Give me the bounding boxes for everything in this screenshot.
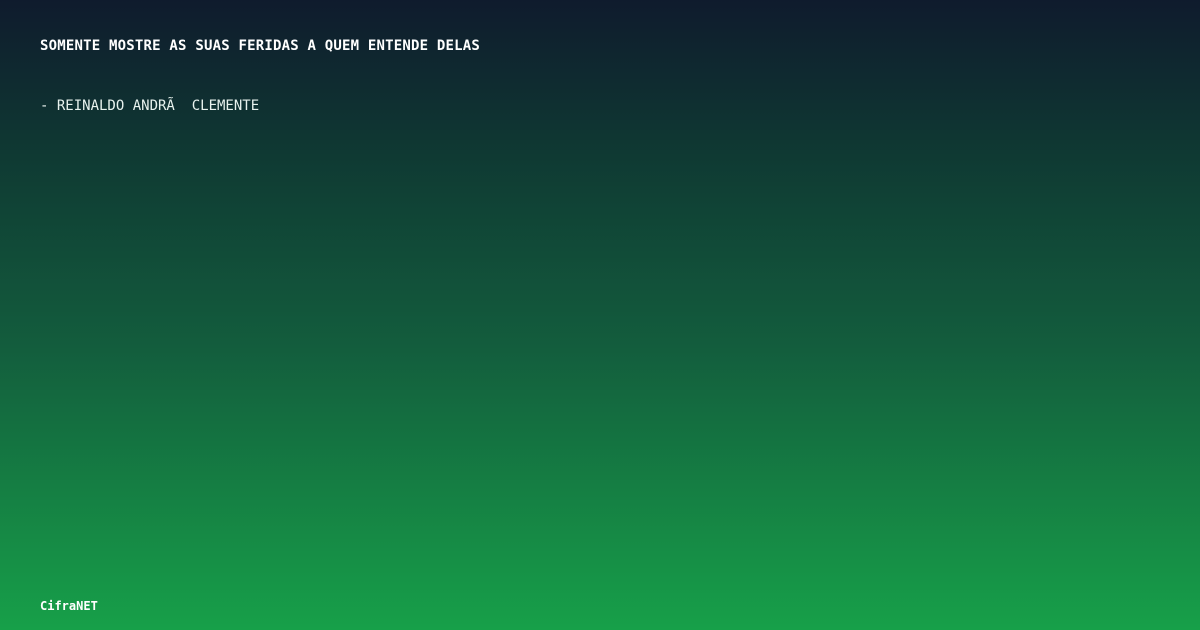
brand-logo-text: CifraNET — [40, 599, 98, 613]
quote-card: SOMENTE MOSTRE AS SUAS FERIDAS A QUEM EN… — [0, 0, 1200, 630]
quote-text: SOMENTE MOSTRE AS SUAS FERIDAS A QUEM EN… — [40, 38, 481, 54]
quote-author: - REINALDO ANDRÃ CLEMENTE — [40, 98, 260, 114]
